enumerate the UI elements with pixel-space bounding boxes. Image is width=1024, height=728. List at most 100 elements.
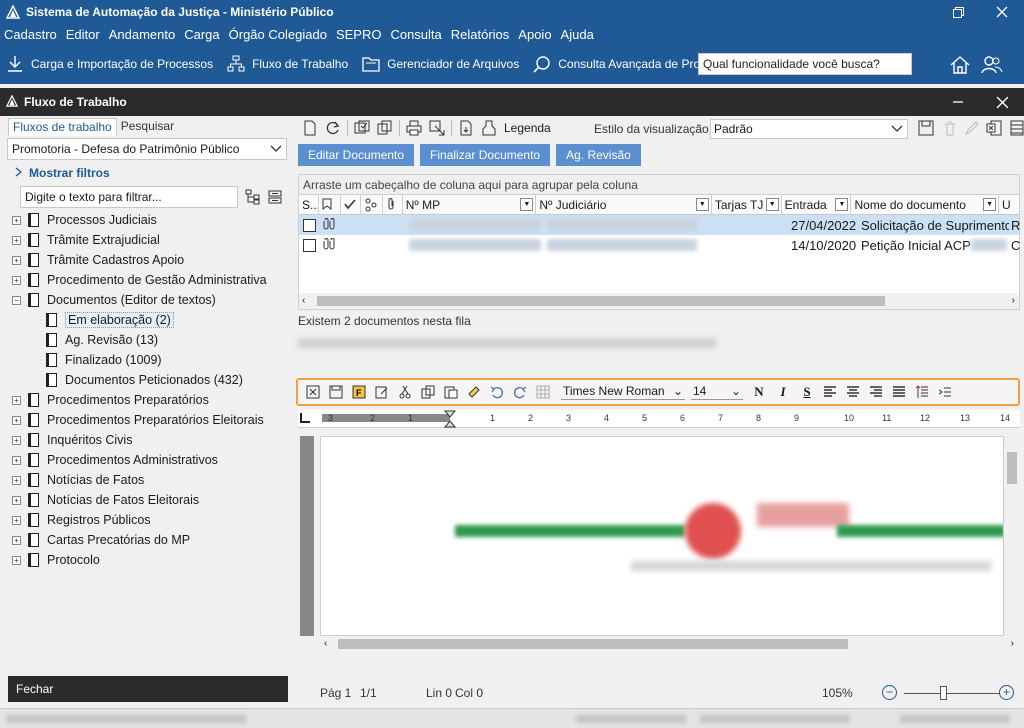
print-icon[interactable] xyxy=(405,119,423,137)
tree-node[interactable]: + Notícias de Fatos Eleitorais xyxy=(8,490,292,510)
tree-node[interactable]: + Registros Públicos xyxy=(8,510,292,530)
zoom-slider-thumb[interactable] xyxy=(940,686,947,700)
page-horizontal-scrollbar[interactable]: ‹ › xyxy=(320,636,1020,652)
tree-node[interactable]: − Documentos (Editor de textos) xyxy=(8,290,292,310)
menu-sepro[interactable]: SEPRO xyxy=(336,27,382,42)
expand-icon[interactable]: + xyxy=(12,415,21,425)
align-left-icon[interactable] xyxy=(822,384,838,400)
menu-cadastro[interactable]: Cadastro xyxy=(4,27,57,42)
tree-filter-input[interactable]: Digite o texto para filtrar... xyxy=(20,186,238,208)
zoom-in-button[interactable]: + xyxy=(999,685,1014,700)
font-family-select[interactable]: Times New Roman ⌄ xyxy=(561,384,685,400)
align-center-icon[interactable] xyxy=(845,384,861,400)
tab-stop-icon[interactable] xyxy=(300,413,310,423)
close-window-button[interactable] xyxy=(980,0,1024,24)
tree-child-node[interactable]: Documentos Peticionados (432) xyxy=(8,370,292,390)
undo-icon[interactable] xyxy=(489,384,505,400)
expand-icon[interactable]: + xyxy=(12,235,21,245)
menu-relatorios[interactable]: Relatórios xyxy=(451,27,510,42)
tree-node[interactable]: + Inquéritos Civis xyxy=(8,430,292,450)
grid-horizontal-scrollbar[interactable]: ‹ › xyxy=(299,293,1019,309)
edit-doc-icon[interactable] xyxy=(374,384,390,400)
scrollbar-thumb[interactable] xyxy=(1007,452,1017,484)
tree-node[interactable]: + Processos Judiciais xyxy=(8,210,292,230)
new-document-icon[interactable] xyxy=(301,119,319,137)
italic-button[interactable]: I xyxy=(775,384,791,400)
underline-button[interactable]: S xyxy=(799,384,815,400)
collapse-tree-button[interactable] xyxy=(266,188,284,206)
quick-fluxo-trabalho[interactable]: Fluxo de Trabalho xyxy=(227,55,348,73)
filter-icon[interactable]: ▼ xyxy=(695,197,709,211)
indent-icon[interactable] xyxy=(937,384,953,400)
row-checkbox[interactable] xyxy=(303,238,316,252)
scroll-left-icon[interactable]: ‹ xyxy=(302,295,305,306)
check-column-icon[interactable] xyxy=(341,194,361,215)
zoom-out-button[interactable]: − xyxy=(882,685,897,700)
quick-carga-importacao[interactable]: Carga e Importação de Processos xyxy=(6,55,213,73)
menu-apoio[interactable]: Apoio xyxy=(518,27,551,42)
filter-icon[interactable]: ▼ xyxy=(835,197,849,211)
scrollbar-thumb[interactable] xyxy=(338,639,848,649)
scrollbar-thumb[interactable] xyxy=(317,296,885,306)
align-right-icon[interactable] xyxy=(868,384,884,400)
justify-icon[interactable] xyxy=(891,384,907,400)
expand-icon[interactable]: + xyxy=(12,275,21,285)
expand-icon[interactable]: + xyxy=(12,535,21,545)
filter-icon[interactable]: ▼ xyxy=(765,197,779,211)
collapse-node-icon[interactable]: − xyxy=(12,295,21,305)
column-header-nome-documento[interactable]: Nome do documento ▼ xyxy=(851,194,1000,215)
close-child-button[interactable] xyxy=(980,88,1024,116)
page-vertical-scrollbar[interactable] xyxy=(1004,436,1020,636)
tree-node[interactable]: + Trâmite Cadastros Apoio xyxy=(8,250,292,270)
scroll-right-icon[interactable]: › xyxy=(1012,295,1015,306)
expand-icon[interactable]: + xyxy=(12,395,21,405)
restore-button[interactable] xyxy=(936,0,980,24)
tree-node[interactable]: + Notícias de Fatos xyxy=(8,470,292,490)
horizontal-ruler[interactable]: 3 2 1 1 2 3 4 5 6 7 8 9 10 11 12 13 14 xyxy=(298,410,1020,428)
close-doc-icon[interactable] xyxy=(305,384,321,400)
expand-icon[interactable]: + xyxy=(12,515,21,525)
scroll-right-icon[interactable]: › xyxy=(1011,638,1014,649)
export-icon[interactable] xyxy=(428,119,446,137)
tree-child-node[interactable]: Ag. Revisão (13) xyxy=(8,330,292,350)
tree-node[interactable]: + Procedimentos Preparatórios Eleitorais xyxy=(8,410,292,430)
expand-icon[interactable]: + xyxy=(12,555,21,565)
row-checkbox[interactable] xyxy=(303,218,316,232)
send-to-review-button[interactable]: Ag. Revisão xyxy=(556,144,641,166)
quick-gerenciador-arquivos[interactable]: Gerenciador de Arquivos xyxy=(362,55,519,73)
column-header-status[interactable]: S... xyxy=(299,194,319,215)
edit-document-button[interactable]: Editar Documento xyxy=(298,144,415,166)
columns-icon[interactable] xyxy=(1007,119,1024,137)
column-header-numero-mp[interactable]: Nº MP ▼ xyxy=(403,194,537,215)
legend-label[interactable]: Legenda xyxy=(504,121,551,135)
show-filters-link[interactable]: Mostrar filtros xyxy=(14,166,110,180)
feature-search-input[interactable]: Qual funcionalidade você busca? xyxy=(698,53,912,75)
zoom-slider[interactable] xyxy=(904,693,1000,694)
document-page[interactable] xyxy=(320,436,1004,636)
paste-icon[interactable] xyxy=(443,384,459,400)
tree-node[interactable]: + Procedimentos Administrativos xyxy=(8,450,292,470)
tab-pesquisar[interactable]: Pesquisar xyxy=(117,118,178,136)
users-button[interactable] xyxy=(980,53,1004,77)
expand-icon[interactable]: + xyxy=(12,455,21,465)
delete-view-icon[interactable] xyxy=(941,119,959,137)
attachment-column-icon[interactable] xyxy=(383,194,403,215)
tree-node[interactable]: + Trâmite Extrajudicial xyxy=(8,230,292,250)
menu-consulta[interactable]: Consulta xyxy=(390,27,441,42)
format-painter-icon[interactable] xyxy=(466,384,482,400)
tree-node[interactable]: + Procedimentos Preparatórios xyxy=(8,390,292,410)
tree-node[interactable]: + Procedimento de Gestão Administrativa xyxy=(8,270,292,290)
finalize-document-button[interactable]: Finalizar Documento xyxy=(420,144,551,166)
redo-icon[interactable] xyxy=(512,384,528,400)
column-header-tarjas-tj[interactable]: Tarjas TJ ▼ xyxy=(712,194,782,215)
refresh-icon[interactable] xyxy=(324,119,342,137)
tree-node[interactable]: + Protocolo xyxy=(8,550,292,570)
table-insert-icon[interactable] xyxy=(535,384,551,400)
format-icon[interactable]: F xyxy=(351,384,367,400)
filter-icon[interactable]: ▼ xyxy=(983,197,997,211)
attach-document-icon[interactable] xyxy=(457,119,475,137)
view-style-select[interactable]: Padrão xyxy=(710,119,908,139)
column-header-u[interactable]: U xyxy=(999,195,1019,215)
select-all-icon[interactable] xyxy=(353,119,371,137)
scroll-left-icon[interactable]: ‹ xyxy=(324,638,327,649)
